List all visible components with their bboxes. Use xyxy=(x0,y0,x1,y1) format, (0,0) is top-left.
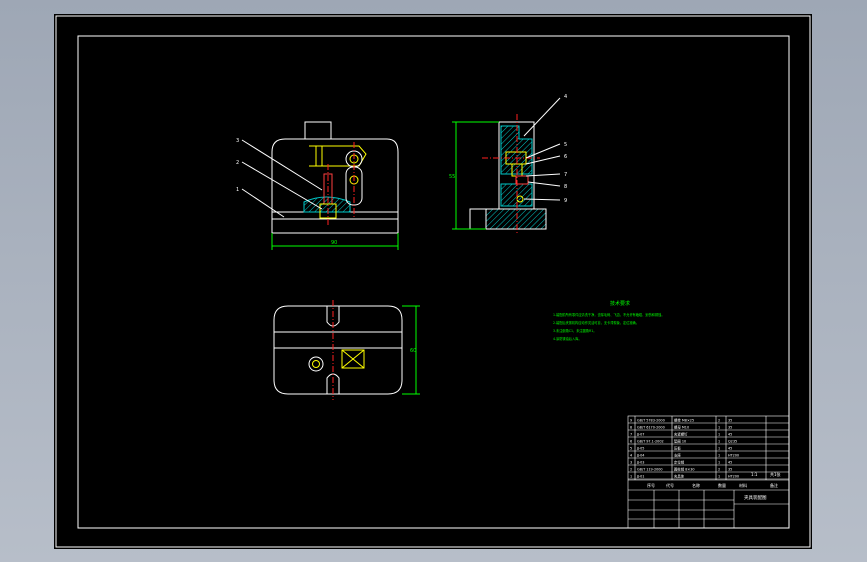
part-qty: 2 xyxy=(718,418,720,422)
part-mat: Q235 xyxy=(728,439,737,443)
side-balloon-9: 9 xyxy=(564,198,567,204)
part-no: 7 xyxy=(630,432,632,436)
side-balloon-5: 5 xyxy=(564,142,567,148)
part-name: 螺母 M10 xyxy=(674,424,689,429)
part-code: JJ-04 xyxy=(636,453,644,457)
header-no: 序号 xyxy=(647,482,655,488)
part-code: GB/T 119-2000 xyxy=(637,467,663,471)
inner-frame xyxy=(77,35,790,529)
part-name: 压板 xyxy=(674,445,681,450)
part-no: 5 xyxy=(630,446,632,450)
tech-notes-title: 技术要求 xyxy=(610,300,630,307)
part-mat: 45 xyxy=(728,446,732,450)
front-balloon-1: 1 xyxy=(236,187,239,193)
drawing-scale: 1:1 xyxy=(751,472,758,477)
top-height-dim: 60 xyxy=(410,348,416,354)
part-name: 圆柱销 8×30 xyxy=(674,466,695,471)
tech-notes: 技术要求 1.装配前所有零件应清洗干净，去除毛刺、飞边，不允许有磕碰、划伤和锈蚀… xyxy=(553,300,664,341)
part-qty: 1 xyxy=(718,453,720,457)
title-block xyxy=(627,415,790,529)
part-name: 夹紧螺钉 xyxy=(674,431,688,436)
part-no: 6 xyxy=(630,439,632,443)
part-no: 9 xyxy=(630,418,632,422)
part-code: GB/T 6170-2000 xyxy=(637,425,665,429)
front-view xyxy=(241,121,399,250)
side-view xyxy=(452,97,561,234)
part-code: JJ-03 xyxy=(636,460,644,464)
tech-note-line-1: 1.装配前所有零件应清洗干净，去除毛刺、飞边，不允许有磕碰、划伤和锈蚀。 xyxy=(553,312,664,317)
part-mat: 35 xyxy=(728,467,732,471)
side-height-dim: 55 xyxy=(449,174,455,180)
part-name: 定位销 xyxy=(674,459,685,464)
part-qty: 1 xyxy=(718,460,720,464)
tech-note-line-3: 3.未注倒角C1，未注圆角R1。 xyxy=(553,328,596,333)
front-balloon-3: 3 xyxy=(236,138,239,144)
part-mat: HT200 xyxy=(728,474,739,478)
part-no: 3 xyxy=(630,460,632,464)
part-mat: 45 xyxy=(728,432,732,436)
part-code: GB/T 97.1-2002 xyxy=(637,439,664,443)
part-mat: HT200 xyxy=(728,453,739,457)
tech-note-line-2: 2.装配后夹紧机构应动作灵活可靠，无卡滞现象，定位准确。 xyxy=(553,320,639,325)
part-name: 夹具体 xyxy=(674,473,685,478)
part-qty: 1 xyxy=(718,425,720,429)
part-code: GB/T 5783-2000 xyxy=(637,418,665,422)
cad-drawing: 3 2 1 90 4 5 6 7 8 9 55 60 技术要求 1.装配前所有零… xyxy=(55,15,811,548)
drawing-sheet-count: 共1张 xyxy=(770,471,781,477)
part-qty: 1 xyxy=(718,474,720,478)
part-mat: 35 xyxy=(728,425,732,429)
part-mat: 45 xyxy=(728,460,732,464)
top-view xyxy=(273,300,420,400)
side-balloon-7: 7 xyxy=(564,172,567,178)
part-code: JJ-05 xyxy=(636,446,644,450)
part-no: 4 xyxy=(630,453,632,457)
header-mat: 材料 xyxy=(739,482,747,488)
part-code: JJ-07 xyxy=(636,432,644,436)
part-code: JJ-01 xyxy=(636,474,644,478)
part-no: 8 xyxy=(630,425,632,429)
front-width-dim: 90 xyxy=(331,240,337,246)
side-balloon-4: 4 xyxy=(564,94,567,100)
part-qty: 1 xyxy=(718,446,720,450)
header-name: 名称 xyxy=(692,482,700,488)
part-qty: 2 xyxy=(718,467,720,471)
front-balloon-2: 2 xyxy=(236,160,239,166)
header-code: 代号 xyxy=(666,482,674,488)
side-balloon-8: 8 xyxy=(564,184,567,190)
part-no: 2 xyxy=(630,467,632,471)
header-qty: 数量 xyxy=(718,482,726,488)
part-name: 垫圈 10 xyxy=(674,438,686,443)
drawing-sheet[interactable]: 3 2 1 90 4 5 6 7 8 9 55 60 技术要求 1.装配前所有零… xyxy=(54,14,812,549)
tech-note-line-4: 4.涂防锈油后入库。 xyxy=(553,336,582,341)
part-no: 1 xyxy=(630,474,632,478)
part-mat: 35 xyxy=(728,418,732,422)
part-qty: 1 xyxy=(718,432,720,436)
outer-frame xyxy=(55,15,811,548)
cad-viewport[interactable]: 3 2 1 90 4 5 6 7 8 9 55 60 技术要求 1.装配前所有零… xyxy=(0,0,867,562)
drawing-title: 夹具装配图 xyxy=(744,494,767,501)
part-name: 螺栓 M8×25 xyxy=(674,417,694,422)
side-balloon-6: 6 xyxy=(564,154,567,160)
header-remark: 备注 xyxy=(770,482,778,488)
part-qty: 1 xyxy=(718,439,720,443)
part-name: 支座 xyxy=(674,452,681,457)
